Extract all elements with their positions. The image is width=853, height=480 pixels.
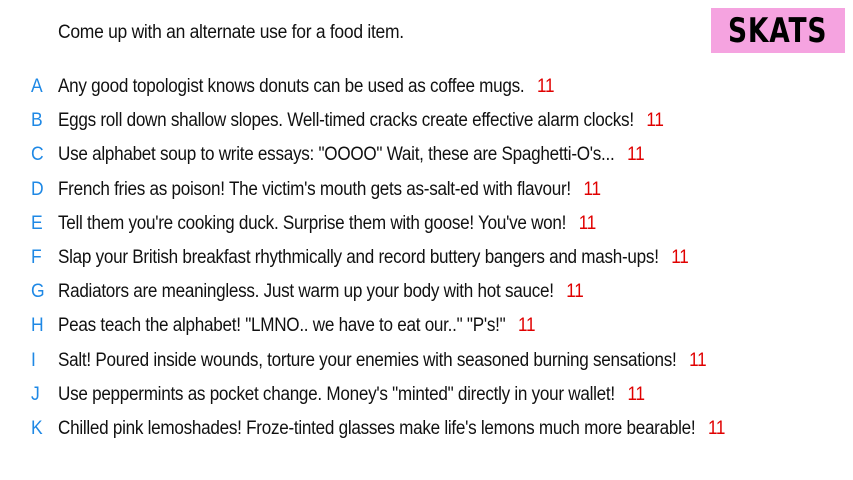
answer-text-group: Salt! Poured inside wounds, torture your… — [58, 349, 707, 372]
answer-text-group: Slap your British breakfast rhythmically… — [58, 247, 689, 269]
answer-letter: D — [31, 178, 44, 200]
answer-row[interactable]: A Any good topologist knows donuts can be… — [0, 70, 853, 104]
answer-text: Slap your British breakfast rhythmically… — [58, 247, 659, 268]
answer-row[interactable]: I Salt! Poured inside wounds, torture you… — [0, 344, 853, 378]
answer-text-group: Use peppermints as pocket change. Money'… — [58, 384, 645, 406]
answer-text-group: Radiators are meaningless. Just warm up … — [58, 281, 584, 303]
answer-text-group: Eggs roll down shallow slopes. Well-time… — [58, 110, 664, 132]
prompt-text: Come up with an alternate use for a food… — [58, 22, 404, 43]
answer-letter: F — [31, 247, 42, 268]
answer-score: 11 — [646, 110, 664, 132]
answer-text-group: Chilled pink lemoshades! Froze-tinted gl… — [58, 418, 725, 440]
answer-text: Peas teach the alphabet! "LMNO.. we have… — [58, 315, 506, 337]
answer-score: 11 — [517, 315, 536, 337]
answer-text-group: Any good topologist knows donuts can be … — [58, 76, 554, 98]
answer-text-group: Peas teach the alphabet! "LMNO.. we have… — [58, 315, 535, 337]
answer-text: Use alphabet soup to write essays: "OOOO… — [58, 144, 615, 166]
answer-score: 11 — [583, 178, 601, 200]
answer-letter: A — [31, 76, 43, 97]
answer-row[interactable]: C Use alphabet soup to write essays: "OOO… — [0, 138, 853, 172]
answer-score: 11 — [627, 144, 645, 166]
answer-score: 11 — [627, 383, 645, 405]
answer-score: 11 — [537, 76, 555, 97]
answer-letter: H — [31, 315, 44, 337]
answer-letter: C — [31, 144, 44, 166]
answer-text-group: Tell them you're cooking duck. Surprise … — [58, 213, 596, 235]
answer-letter: B — [31, 110, 43, 132]
answer-text-group: French fries as poison! The victim's mou… — [58, 179, 601, 201]
answer-letter: J — [31, 383, 40, 405]
answer-text: French fries as poison! The victim's mou… — [58, 178, 571, 200]
answer-score: 11 — [566, 281, 584, 303]
answer-text: Tell them you're cooking duck. Surprise … — [58, 212, 567, 234]
answer-row[interactable]: B Eggs roll down shallow slopes. Well-tim… — [0, 104, 853, 138]
answer-letter: G — [31, 281, 45, 303]
answer-score: 11 — [689, 349, 707, 371]
answer-row[interactable]: E Tell them you're cooking duck. Surprise… — [0, 207, 853, 241]
answer-row[interactable]: G Radiators are meaningless. Just warm up… — [0, 275, 853, 309]
answer-text: Salt! Poured inside wounds, torture your… — [58, 349, 677, 371]
answer-text: Chilled pink lemoshades! Froze-tinted gl… — [58, 418, 696, 439]
answer-score: 11 — [578, 212, 596, 234]
answer-row[interactable]: K Chilled pink lemoshades! Froze-tinted g… — [0, 412, 853, 446]
answer-score: 11 — [707, 418, 726, 439]
answer-text-group: Use alphabet soup to write essays: "OOOO… — [58, 144, 645, 166]
answer-score: 11 — [671, 247, 689, 268]
answer-row[interactable]: H Peas teach the alphabet! "LMNO.. we hav… — [0, 309, 853, 343]
answer-text: Radiators are meaningless. Just warm up … — [58, 281, 554, 303]
answer-row[interactable]: D French fries as poison! The victim's mo… — [0, 173, 853, 207]
logo-text: SKATS — [728, 10, 828, 51]
answer-text: Any good topologist knows donuts can be … — [58, 76, 525, 97]
skats-logo: SKATS — [711, 8, 845, 53]
answer-letter: E — [31, 212, 43, 234]
answer-letter: K — [31, 418, 43, 439]
answer-text: Eggs roll down shallow slopes. Well-time… — [58, 110, 634, 132]
answer-row[interactable]: F Slap your British breakfast rhythmicall… — [0, 241, 853, 275]
answer-letter: I — [31, 349, 36, 371]
answer-row[interactable]: J Use peppermints as pocket change. Money… — [0, 378, 853, 412]
answer-text: Use peppermints as pocket change. Money'… — [58, 383, 615, 405]
